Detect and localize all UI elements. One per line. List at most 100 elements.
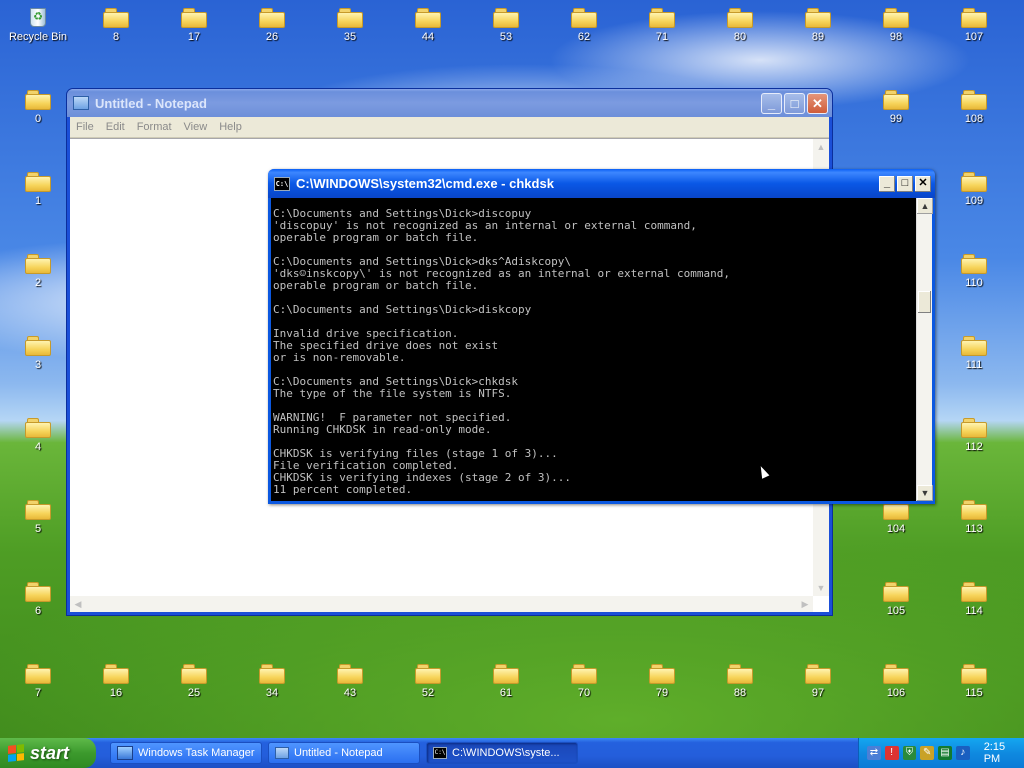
desktop-folder[interactable]: 43 [320,664,380,699]
desktop-folder[interactable]: 115 [944,664,1004,699]
cmd-vertical-scrollbar[interactable]: ▲ ▼ [916,198,933,501]
menu-view[interactable]: View [178,121,214,133]
desktop-folder[interactable]: 70 [554,664,614,699]
desktop-folder[interactable]: 114 [944,582,1004,617]
cmd-window[interactable]: C:\ C:\WINDOWS\system32\cmd.exe - chkdsk… [268,169,935,504]
scroll-up-icon[interactable]: ▲ [917,198,933,214]
desktop-folder[interactable]: 25 [164,664,224,699]
folder-label: 70 [577,687,591,699]
scroll-thumb[interactable] [918,291,931,313]
desktop-folder[interactable]: 113 [944,500,1004,535]
scroll-right-icon[interactable]: ▶ [797,596,813,612]
desktop-folder[interactable]: 88 [710,664,770,699]
desktop-folder[interactable]: 107 [944,8,1004,43]
notepad-title: Untitled - Notepad [95,95,207,111]
menu-format[interactable]: Format [131,121,178,133]
desktop-folder[interactable]: 7 [8,664,68,699]
desktop-folder[interactable]: 35 [320,8,380,43]
console-output[interactable]: C:\Documents and Settings\Dick>discopuy … [271,198,916,501]
desktop-folder[interactable]: 0 [8,90,68,125]
folder-icon [883,90,909,110]
task-manager-icon [117,746,133,760]
desktop-folder[interactable]: 52 [398,664,458,699]
folder-label: 4 [34,441,42,453]
desktop-folder[interactable]: 89 [788,8,848,43]
scroll-left-icon[interactable]: ◀ [70,596,86,612]
folder-label: 35 [343,31,357,43]
notepad-minimize-button[interactable]: _ [761,92,782,114]
desktop-folder[interactable]: 6 [8,582,68,617]
desktop-folder[interactable]: 80 [710,8,770,43]
desktop-folder[interactable]: 71 [632,8,692,43]
menu-file[interactable]: File [70,121,100,133]
desktop-folder[interactable]: 79 [632,664,692,699]
desktop-folder[interactable]: 3 [8,336,68,371]
desktop-folder[interactable]: 110 [944,254,1004,289]
desktop-folder[interactable]: 99 [866,90,926,125]
desktop-folder[interactable]: 112 [944,418,1004,453]
tools-icon[interactable]: ✎ [920,746,935,760]
folder-label: 7 [34,687,42,699]
notepad-horizontal-scrollbar[interactable]: ◀ ▶ [70,596,813,612]
desktop-folder[interactable]: 105 [866,582,926,617]
folder-icon [649,8,675,28]
task-notepad[interactable]: Untitled - Notepad [268,742,420,764]
folder-label: 53 [499,31,513,43]
notepad-icon [73,96,89,110]
scroll-down-icon[interactable]: ▼ [917,485,933,501]
notepad-titlebar[interactable]: Untitled - Notepad _ □ ✕ [67,89,832,117]
shield-icon[interactable]: ⛨ [902,746,917,760]
desktop-folder[interactable]: 4 [8,418,68,453]
folder-icon [25,500,51,520]
desktop-folder[interactable]: 34 [242,664,302,699]
desktop-folder[interactable]: 98 [866,8,926,43]
cmd-titlebar[interactable]: C:\ C:\WINDOWS\system32\cmd.exe - chkdsk… [268,169,935,198]
desktop-folder[interactable]: 44 [398,8,458,43]
network-icon[interactable]: ⇄ [867,746,881,760]
menu-help[interactable]: Help [213,121,248,133]
folder-icon [103,664,129,684]
desktop-folder[interactable]: 104 [866,500,926,535]
recycle-bin-shortcut[interactable]: ♻ Recycle Bin [8,4,68,43]
start-button[interactable]: start [0,738,96,768]
task-cmd[interactable]: C:\ C:\WINDOWS\syste... [426,742,578,764]
desktop-folder[interactable]: 1 [8,172,68,207]
folder-icon [805,8,831,28]
desktop-folder[interactable]: 2 [8,254,68,289]
folder-label: 108 [964,113,984,125]
cmd-close-button[interactable]: ✕ [915,175,931,192]
scroll-up-icon[interactable]: ▲ [813,139,829,155]
desktop-folder[interactable]: 109 [944,172,1004,207]
desktop-folder[interactable]: 8 [86,8,146,43]
minimize-icon: _ [883,177,891,189]
volume-icon[interactable]: ♪ [955,746,970,760]
desktop-folder[interactable]: 17 [164,8,224,43]
folder-label: 98 [889,31,903,43]
notepad-close-button[interactable]: ✕ [807,92,828,114]
desktop-folder[interactable]: 53 [476,8,536,43]
cmd-maximize-button[interactable]: □ [897,175,913,192]
clock[interactable]: 2:15 PM [984,741,1024,765]
monitor-icon[interactable]: ▤ [938,746,952,760]
folder-icon [181,8,207,28]
folder-label: 2 [34,277,42,289]
folder-icon [493,664,519,684]
desktop-folder[interactable]: 97 [788,664,848,699]
desktop-folder[interactable]: 106 [866,664,926,699]
desktop-folder[interactable]: 5 [8,500,68,535]
desktop-folder[interactable]: 62 [554,8,614,43]
recycle-bin-icon: ♻ [25,4,51,28]
desktop-folder[interactable]: 111 [944,336,1004,371]
folder-icon [25,90,51,110]
cmd-minimize-button[interactable]: _ [879,175,895,192]
desktop-folder[interactable]: 16 [86,664,146,699]
menu-edit[interactable]: Edit [100,121,131,133]
desktop-folder[interactable]: 108 [944,90,1004,125]
folder-label: 97 [811,687,825,699]
desktop-folder[interactable]: 26 [242,8,302,43]
security-alert-icon[interactable]: ! [884,746,899,760]
scroll-down-icon[interactable]: ▼ [813,580,829,596]
notepad-maximize-button[interactable]: □ [784,92,805,114]
desktop-folder[interactable]: 61 [476,664,536,699]
task-windows-task-manager[interactable]: Windows Task Manager [110,742,262,764]
